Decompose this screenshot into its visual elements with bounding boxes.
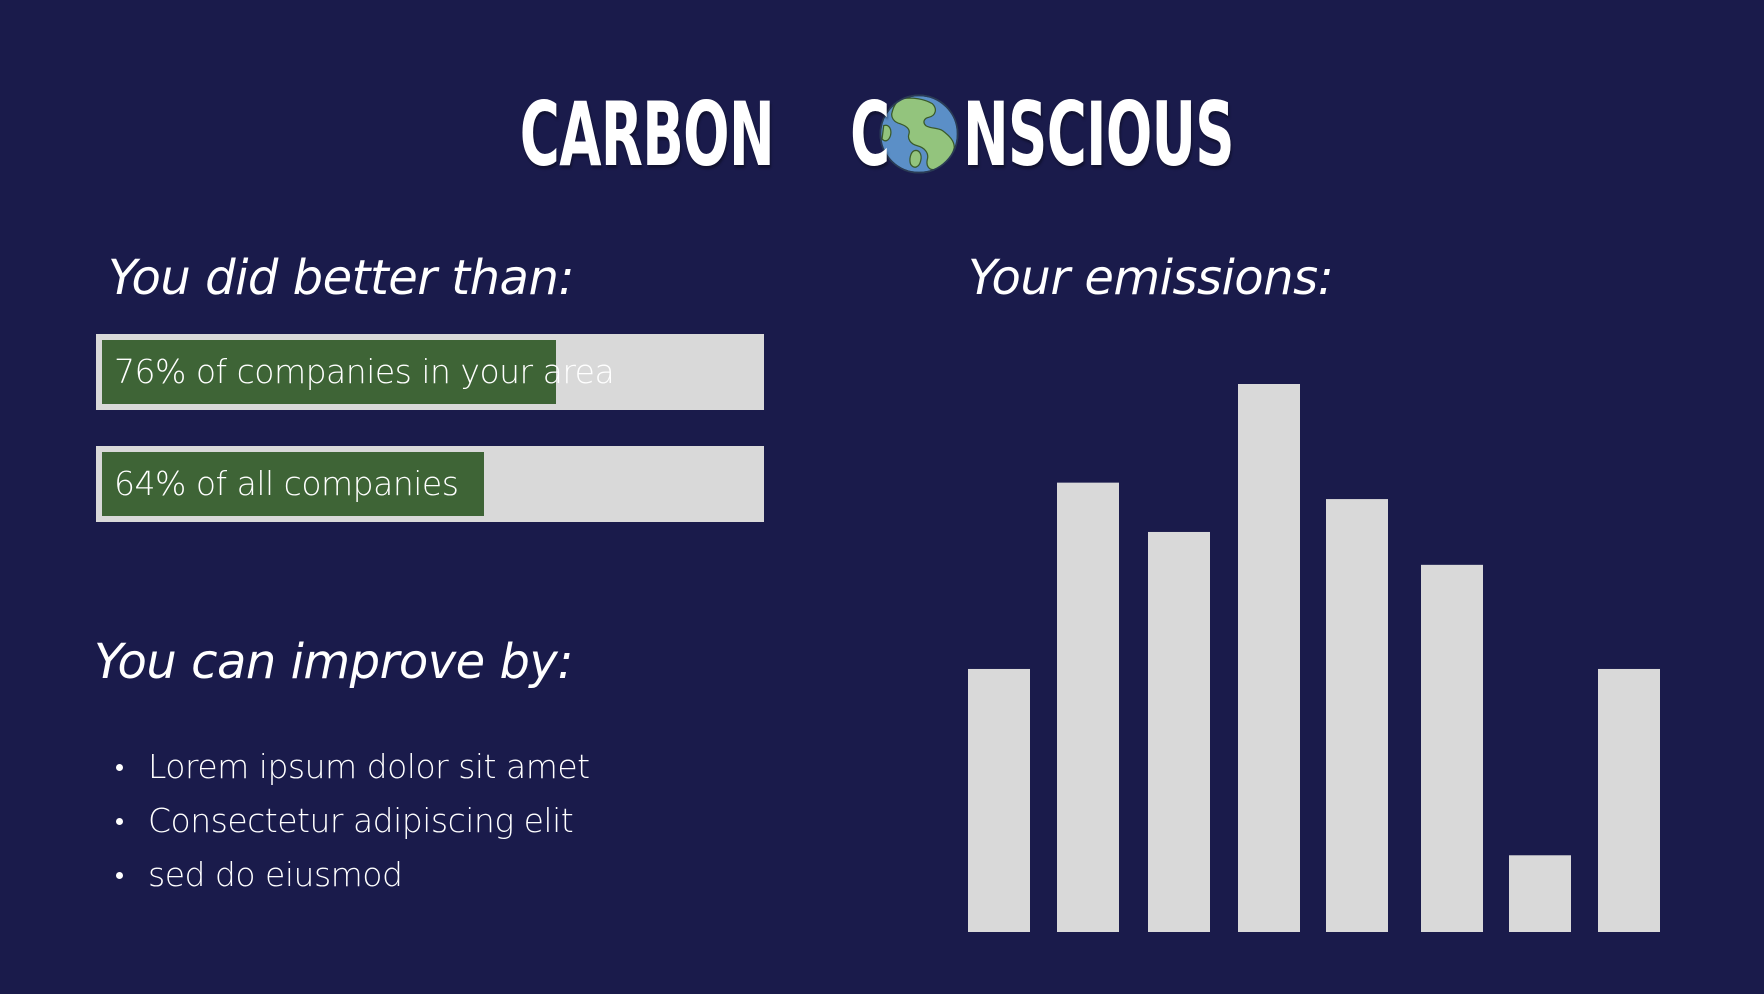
progress-label-all: 64% of all companies	[114, 464, 459, 503]
chart-bar	[1326, 499, 1388, 932]
title-word-carbon: CARBON	[519, 82, 774, 186]
title-word-conscious: C NSCIOUS	[826, 83, 1401, 186]
progress-bar-all: 64% of all companies	[96, 446, 764, 522]
chart-bar	[1509, 855, 1571, 932]
title-letter-c: C	[849, 82, 890, 186]
bullet-icon	[116, 872, 123, 879]
chart-bar	[1148, 531, 1210, 932]
list-item: sed do eiusmod	[116, 848, 590, 902]
list-item: Lorem ipsum dolor sit amet	[116, 740, 590, 794]
chart-bar	[968, 668, 1030, 932]
improve-list: Lorem ipsum dolor sit amet Consectetur a…	[116, 740, 590, 902]
emissions-heading: Your emissions:	[968, 250, 1334, 306]
progress-bar-area: 76% of companies in your area	[96, 334, 764, 410]
progress-label-area: 76% of companies in your area	[114, 352, 615, 391]
chart-bar	[1057, 482, 1119, 932]
list-item: Consectetur adipiscing elit	[116, 794, 590, 848]
list-item-text: sed do eiusmod	[148, 855, 403, 894]
globe-icon	[879, 94, 959, 174]
better-heading: You did better than:	[108, 250, 575, 306]
list-item-text: Consectetur adipiscing elit	[148, 801, 574, 840]
bullet-icon	[116, 818, 123, 825]
chart-bar	[1421, 564, 1483, 932]
chart-bar	[1238, 384, 1300, 932]
list-item-text: Lorem ipsum dolor sit amet	[148, 747, 590, 786]
improve-heading: You can improve by:	[94, 634, 573, 690]
title-letters-nscious: NSCIOUS	[963, 82, 1235, 186]
bullet-icon	[116, 764, 123, 771]
slide: CARBON C NSCIOUS You did better than: 76…	[0, 0, 1764, 994]
emissions-bar-chart	[968, 384, 1660, 932]
page-title: CARBON C NSCIOUS	[0, 82, 1764, 186]
chart-bar	[1598, 668, 1660, 932]
